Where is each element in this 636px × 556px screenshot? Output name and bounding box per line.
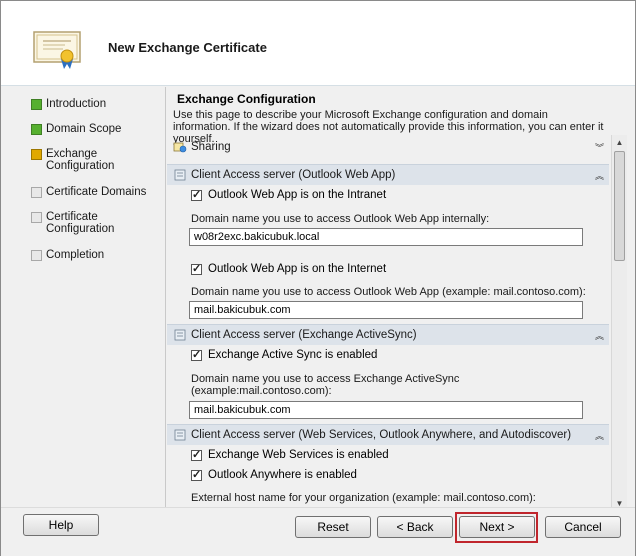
step-pending-icon (31, 212, 42, 223)
owa-intranet-label: Domain name you use to access Outlook We… (191, 213, 490, 225)
server-icon (174, 329, 186, 341)
collapse-chevron-icon[interactable]: ︽ (595, 429, 604, 442)
step-introduction: Introduction (31, 98, 156, 110)
ews-checkbox[interactable] (191, 448, 202, 461)
header: New Exchange Certificate (1, 1, 635, 86)
configuration-list[interactable]: Sharing ︾ Client Access server (Outlook … (167, 137, 609, 509)
vertical-scrollbar[interactable]: ▲ ▼ (611, 135, 627, 511)
checkbox-label: Outlook Anywhere is enabled (208, 469, 357, 481)
activesync-checkbox[interactable] (191, 348, 202, 361)
wizard-window: New Exchange Certificate Introduction Do… (0, 0, 636, 556)
step-certificate-domains: Certificate Domains (31, 186, 156, 198)
certificate-icon (33, 31, 81, 69)
section-activesync[interactable]: Client Access server (Exchange ActiveSyn… (167, 324, 609, 345)
wizard-steps: Introduction Domain Scope Exchange Confi… (1, 86, 165, 506)
checkbox-label: Outlook Web App is on the Internet (208, 263, 387, 275)
section-title: Sharing (191, 141, 231, 153)
step-pending-icon (31, 187, 42, 198)
owa-internet-label: Domain name you use to access Outlook We… (191, 286, 586, 298)
page-heading: Exchange Configuration (177, 92, 316, 106)
cancel-button[interactable]: Cancel (545, 516, 621, 538)
ews-option[interactable]: Exchange Web Services is enabled (191, 448, 389, 461)
activesync-input[interactable] (189, 401, 583, 419)
next-button-highlight (455, 512, 538, 543)
owa-internet-input[interactable] (189, 301, 583, 319)
step-done-icon (31, 99, 42, 110)
step-pending-icon (31, 250, 42, 261)
section-title: Client Access server (Exchange ActiveSyn… (191, 329, 417, 341)
scroll-thumb[interactable] (614, 151, 625, 261)
section-owa[interactable]: Client Access server (Outlook Web App) ︽ (167, 164, 609, 185)
step-label: Completion (46, 249, 105, 261)
step-label: Certificate Domains (46, 186, 147, 198)
checkbox-label: Exchange Active Sync is enabled (208, 349, 378, 361)
owa-internet-checkbox[interactable] (191, 262, 202, 275)
step-label: Certificate Configuration (46, 211, 115, 235)
outlook-anywhere-checkbox[interactable] (191, 468, 202, 481)
scroll-up-icon[interactable]: ▲ (612, 135, 627, 150)
external-host-label: External host name for your organization… (191, 492, 536, 504)
sidebar-divider (165, 87, 166, 507)
button-bar: Help Reset < Back Next > Cancel (1, 507, 635, 556)
content-panel: Exchange Configuration Use this page to … (167, 87, 635, 511)
step-label: Introduction (46, 98, 107, 110)
collapse-chevron-icon[interactable]: ︽ (595, 169, 604, 182)
section-web-services[interactable]: Client Access server (Web Services, Outl… (167, 424, 609, 445)
outlook-anywhere-option[interactable]: Outlook Anywhere is enabled (191, 468, 357, 481)
back-button[interactable]: < Back (377, 516, 453, 538)
expand-chevron-icon[interactable]: ︾ (595, 141, 604, 154)
owa-intranet-checkbox[interactable] (191, 188, 202, 201)
server-icon (174, 169, 186, 181)
help-button[interactable]: Help (23, 514, 99, 536)
owa-intranet-input[interactable] (189, 228, 583, 246)
step-completion: Completion (31, 249, 156, 261)
collapse-chevron-icon[interactable]: ︽ (595, 329, 604, 342)
activesync-option[interactable]: Exchange Active Sync is enabled (191, 348, 378, 361)
step-domain-scope: Domain Scope (31, 123, 156, 135)
section-title: Client Access server (Web Services, Outl… (191, 429, 572, 441)
section-sharing[interactable]: Sharing ︾ (167, 137, 609, 157)
step-label: Exchange Configuration (46, 148, 115, 172)
section-title: Client Access server (Outlook Web App) (191, 169, 396, 181)
step-done-icon (31, 124, 42, 135)
checkbox-label: Exchange Web Services is enabled (208, 449, 389, 461)
owa-intranet-option[interactable]: Outlook Web App is on the Intranet (191, 188, 387, 201)
sharing-icon (173, 142, 187, 153)
activesync-label: Domain name you use to access Exchange A… (191, 373, 460, 397)
server-icon (174, 429, 186, 441)
owa-internet-option[interactable]: Outlook Web App is on the Internet (191, 262, 387, 275)
step-current-icon (31, 149, 42, 160)
step-exchange-configuration: Exchange Configuration (31, 148, 126, 172)
reset-button[interactable]: Reset (295, 516, 371, 538)
window-title: New Exchange Certificate (108, 40, 267, 55)
checkbox-label: Outlook Web App is on the Intranet (208, 189, 387, 201)
step-certificate-configuration: Certificate Configuration (31, 211, 126, 235)
step-label: Domain Scope (46, 123, 122, 135)
